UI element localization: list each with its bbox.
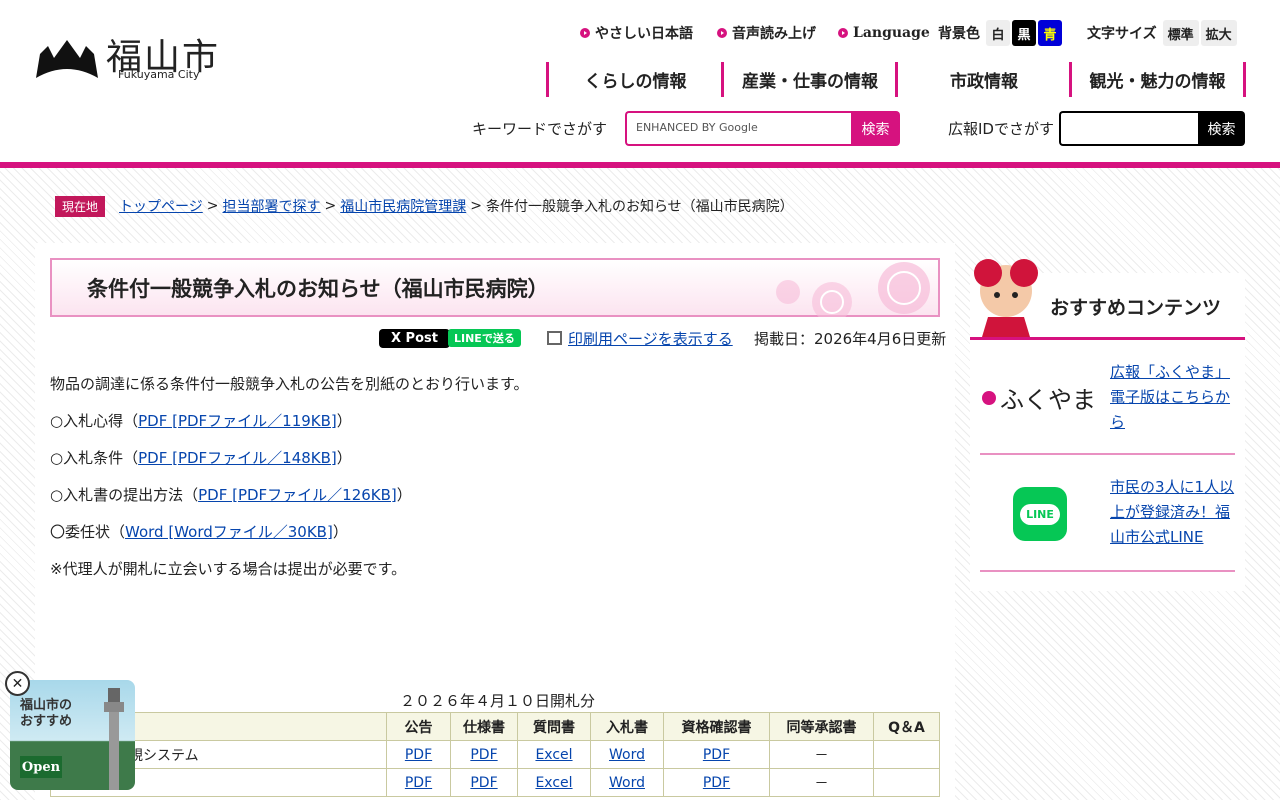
proxy-note: ※代理人が開札に立会いする場合は提出が必要です。 xyxy=(50,560,407,578)
breadcrumb-current: 条件付一般競争入札のお知らせ（福山市民病院） xyxy=(485,199,794,215)
print-page-link[interactable]: 印刷用ページを表示する xyxy=(547,327,733,349)
breadcrumb: 現在地 トップページ > 担当部署で探す > 福山市民病院管理課 > 条件付一般… xyxy=(55,195,794,217)
breadcrumb-sep: > xyxy=(206,198,219,214)
bid-table: 公告 仕様書 質問書 入札書 資格確認書 同等承認書 Q＆A 置・分娩監視システ… xyxy=(50,712,940,797)
qualification-pdf-link[interactable]: PDF xyxy=(703,775,730,791)
table-row: 置・分娩監視システム PDF PDF Excel Word PDF － xyxy=(50,740,940,769)
printer-icon xyxy=(547,331,562,345)
bg-color-label: 背景色 xyxy=(938,26,980,42)
spec-pdf-link[interactable]: PDF xyxy=(470,775,497,791)
table-row: 診断装置 PDF PDF Excel Word PDF － xyxy=(50,768,940,797)
font-size-control: 文字サイズ 標準 拡大 xyxy=(1087,20,1237,46)
table-caption: ２０２６年４月１０日開札分 xyxy=(400,692,596,710)
breadcrumb-here-badge: 現在地 xyxy=(55,195,106,217)
font-standard-button[interactable]: 標準 xyxy=(1162,20,1199,46)
recommended-sidebar: おすすめコンテンツ ふくやま 広報「ふくやま」電子版はこちらから LINE 市民… xyxy=(970,259,1245,591)
x-post-button[interactable]: X Post xyxy=(379,327,450,349)
search-placeholder: ENHANCED BY Google xyxy=(636,121,758,134)
posted-date: 掲載日：2026年4月6日更新 xyxy=(754,329,947,348)
bid-word-link[interactable]: Word xyxy=(609,747,645,763)
play-icon xyxy=(580,28,590,38)
bg-blue-button[interactable]: 青 xyxy=(1038,20,1062,46)
mascot-icon xyxy=(974,259,1038,337)
spec-pdf-link[interactable]: PDF xyxy=(470,747,497,763)
gnav-life[interactable]: くらしの情報 xyxy=(546,62,722,97)
gnav-city[interactable]: 市政情報 xyxy=(895,62,1070,97)
pr-id-label: 広報IDでさがす xyxy=(948,120,1054,138)
keyword-search-input[interactable]: ENHANCED BY Google xyxy=(625,111,855,146)
banner-close-icon[interactable]: ✕ xyxy=(5,671,30,696)
banner-open-button[interactable]: Open xyxy=(20,756,62,778)
qualification-pdf-link[interactable]: PDF xyxy=(703,747,730,763)
language-link[interactable]: Language xyxy=(838,20,930,46)
gnav-tourism[interactable]: 観光・魅力の情報 xyxy=(1069,62,1246,97)
easy-japanese-link[interactable]: やさしい日本語 xyxy=(580,20,693,46)
pr-id-input[interactable] xyxy=(1059,111,1202,146)
doc-link[interactable]: PDF [PDFファイル／119KB] xyxy=(138,412,337,430)
notice-pdf-link[interactable]: PDF xyxy=(405,775,432,791)
question-excel-link[interactable]: Excel xyxy=(535,775,572,791)
notice-pdf-link[interactable]: PDF xyxy=(405,747,432,763)
sidebar-link-line[interactable]: 市民の3人に1人以上が登録済み！福山市公式LINE xyxy=(1110,475,1235,550)
gnav-industry[interactable]: 産業・仕事の情報 xyxy=(721,62,896,97)
doc-link[interactable]: Word [Wordファイル／30KB] xyxy=(125,523,333,541)
doc-item: ○入札書の提出方法（PDF [PDFファイル／126KB]） xyxy=(50,486,412,504)
recommend-banner[interactable]: 福山市の おすすめ Open xyxy=(10,680,135,790)
breadcrumb-top[interactable]: トップページ xyxy=(119,196,203,216)
line-send-button[interactable]: LINEで送る xyxy=(448,327,521,349)
site-header: 福山市 Fukuyama City やさしい日本語 音声読み上げ Languag… xyxy=(0,0,1280,163)
play-icon xyxy=(717,28,727,38)
site-logo[interactable]: 福山市 Fukuyama City xyxy=(34,28,234,88)
keyword-search-label: キーワードでさがす xyxy=(472,120,608,138)
bg-color-control: 背景色 白 黒 青 xyxy=(938,20,1062,46)
question-excel-link[interactable]: Excel xyxy=(535,747,572,763)
sidebar-link-koho[interactable]: 広報「ふくやま」電子版はこちらから xyxy=(1110,360,1235,435)
rose-decoration-icon xyxy=(776,262,930,317)
doc-link[interactable]: PDF [PDFファイル／148KB] xyxy=(138,449,337,467)
page-title: 条件付一般競争入札のお知らせ（福山市民病院） xyxy=(87,277,549,301)
logo-sub: Fukuyama City xyxy=(118,68,200,81)
line-app-icon: LINE xyxy=(1013,487,1067,541)
doc-item: ○入札条件（PDF [PDFファイル／148KB]） xyxy=(50,449,352,467)
bg-black-button[interactable]: 黒 xyxy=(1012,20,1036,46)
font-size-label: 文字サイズ xyxy=(1087,26,1157,42)
voice-read-link[interactable]: 音声読み上げ xyxy=(717,20,816,46)
table-header-row: 公告 仕様書 質問書 入札書 資格確認書 同等承認書 Q＆A xyxy=(50,712,940,741)
sidebar-item-line[interactable]: LINE 市民の3人に1人以上が登録済み！福山市公式LINE xyxy=(980,457,1235,572)
intro-text: 物品の調達に係る条件付一般競争入札の公告を別紙のとおり行います。 xyxy=(50,375,529,393)
banner-text: 福山市の おすすめ xyxy=(20,698,73,729)
page-title-box: 条件付一般競争入札のお知らせ（福山市民病院） xyxy=(50,258,940,317)
sidebar-title: おすすめコンテンツ xyxy=(1050,297,1222,319)
font-large-button[interactable]: 拡大 xyxy=(1200,20,1237,46)
breadcrumb-department[interactable]: 担当部署で探す xyxy=(222,196,320,216)
header-divider xyxy=(0,162,1280,168)
doc-item: ○入札心得（PDF [PDFファイル／119KB]） xyxy=(50,412,352,430)
lantern-icon xyxy=(104,688,124,790)
doc-link[interactable]: PDF [PDFファイル／126KB] xyxy=(198,486,397,504)
bid-word-link[interactable]: Word xyxy=(609,775,645,791)
breadcrumb-sep: > xyxy=(470,198,482,214)
fukuyama-bat-logo-icon xyxy=(36,40,98,78)
koho-mark-icon xyxy=(982,390,996,405)
keyword-search-button[interactable]: 検索 xyxy=(851,111,900,146)
pr-id-search-button[interactable]: 検索 xyxy=(1198,111,1245,146)
fukuyama-koho-logo: ふくやま xyxy=(982,380,1096,415)
doc-item: 〇委任状（Word [Wordファイル／30KB]） xyxy=(50,523,348,541)
breadcrumb-hospital[interactable]: 福山市民病院管理課 xyxy=(340,196,466,216)
main-content: 条件付一般競争入札のお知らせ（福山市民病院） X Post LINEで送る 印刷… xyxy=(35,243,955,800)
play-icon xyxy=(838,28,848,38)
breadcrumb-sep: > xyxy=(324,198,337,214)
bg-white-button[interactable]: 白 xyxy=(986,20,1010,46)
sidebar-item-koho[interactable]: ふくやま 広報「ふくやま」電子版はこちらから xyxy=(980,340,1235,455)
